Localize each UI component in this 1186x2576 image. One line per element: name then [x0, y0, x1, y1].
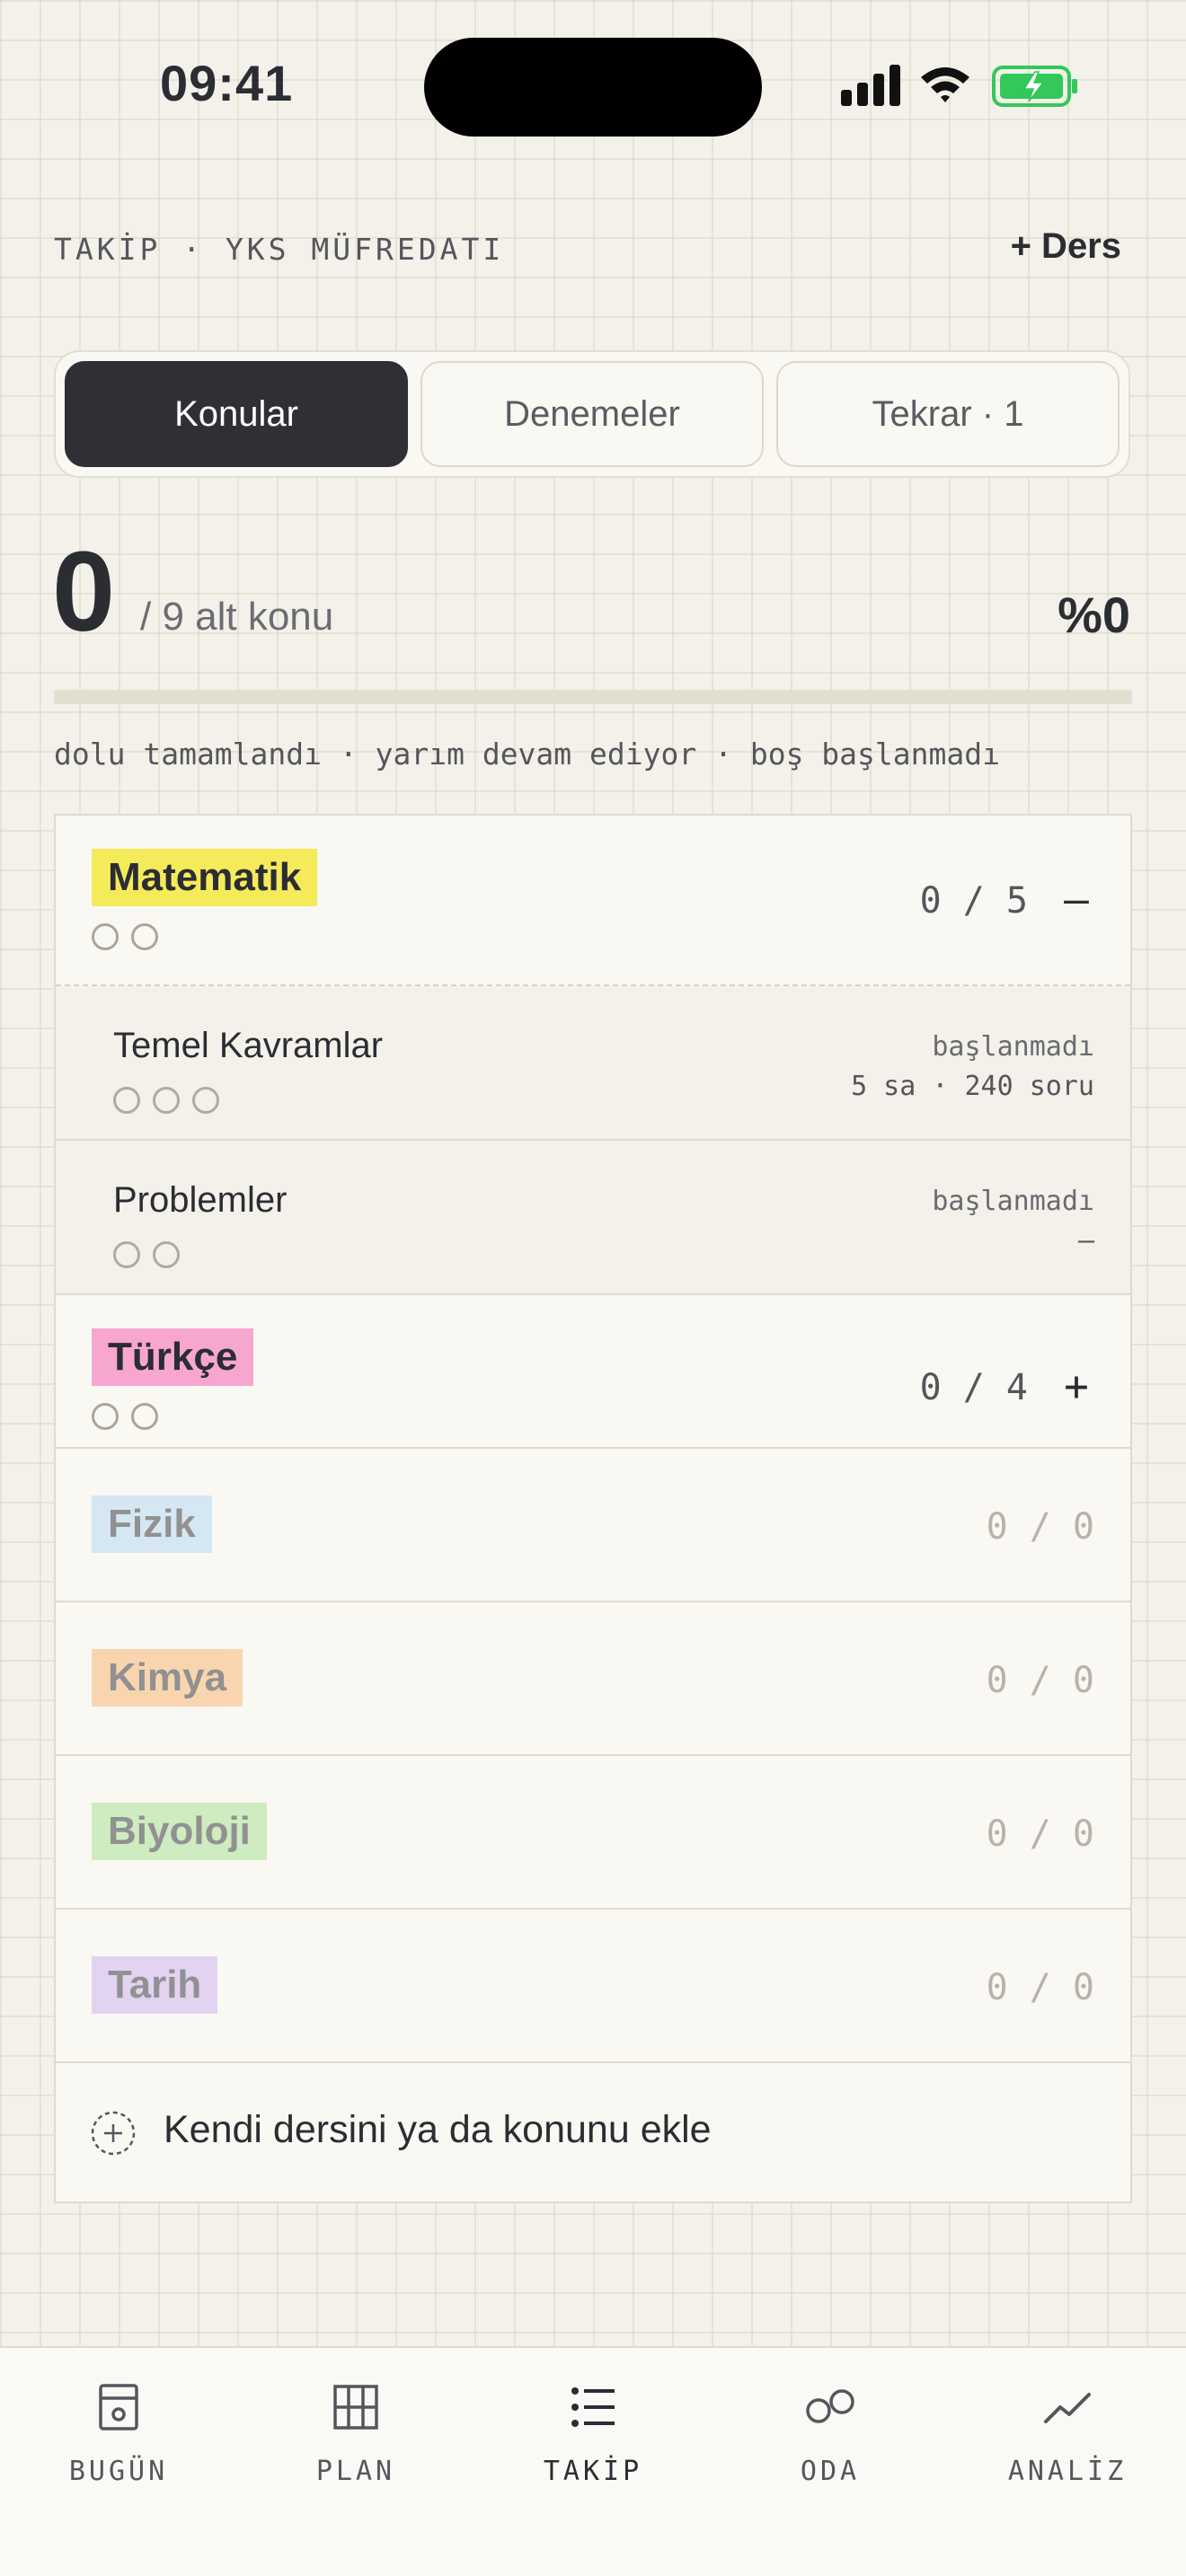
tab-bar: Konular Denemeler Tekrar · 1 — [54, 350, 1130, 478]
add-subject-button[interactable]: + Ders — [1011, 226, 1121, 267]
subject-count: 0 / 4 — [919, 1367, 1028, 1408]
progress-dots — [113, 1087, 219, 1114]
subject-row-tarih[interactable]: Tarih 0 / 0 — [56, 1910, 1130, 2063]
subject-count: 0 / 0 — [986, 1813, 1094, 1855]
cellular-signal-icon — [841, 65, 900, 106]
progress-dot — [131, 923, 158, 950]
collapse-button[interactable]: — — [1060, 875, 1093, 923]
nav-oda[interactable]: ODA — [740, 2369, 920, 2487]
dynamic-island — [424, 38, 762, 137]
topic-row[interactable]: Temel Kavramlar başlanmadı 5 sa · 240 so… — [56, 986, 1130, 1141]
subject-count: 0 / 0 — [986, 1660, 1094, 1701]
tab-konular[interactable]: Konular — [65, 361, 408, 467]
nav-plan[interactable]: PLAN — [266, 2369, 446, 2487]
subject-tag: Biyoloji — [92, 1803, 267, 1860]
nav-label: PLAN — [315, 2456, 396, 2487]
nav-label: ODA — [800, 2456, 861, 2487]
progress-dot — [192, 1087, 219, 1114]
topic-name: Problemler — [113, 1180, 288, 1220]
subject-tag: Kimya — [92, 1649, 243, 1707]
list-icon — [571, 2387, 615, 2427]
add-custom-label: Kendi dersini ya da konunu ekle — [164, 2108, 712, 2151]
subject-row-biyoloji[interactable]: Biyoloji 0 / 0 — [56, 1756, 1130, 1910]
subject-count: 0 / 0 — [986, 1967, 1094, 2008]
progress-dots — [92, 1403, 158, 1430]
progress-dot — [131, 1403, 158, 1430]
progress-dots — [92, 923, 158, 950]
battery-charging-icon — [992, 66, 1077, 107]
subject-tag: Türkçe — [92, 1328, 254, 1386]
add-circle-icon — [91, 2111, 136, 2156]
wifi-icon — [921, 67, 969, 102]
tab-denemeler[interactable]: Denemeler — [420, 361, 764, 467]
subject-tag: Fizik — [92, 1495, 212, 1553]
topic-status: başlanmadı — [932, 1186, 1094, 1217]
grid-icon — [333, 2385, 378, 2430]
subject-row-turkce[interactable]: Türkçe 0 / 4 + — [56, 1295, 1130, 1449]
progress-dots — [113, 1241, 180, 1268]
progress-dot — [92, 923, 119, 950]
topic-row[interactable]: Problemler başlanmadı — — [56, 1141, 1130, 1295]
nav-bugun[interactable]: BUGÜN — [29, 2369, 208, 2487]
subtopic-total-label: / 9 alt konu — [140, 595, 334, 639]
subject-count: 0 / 0 — [986, 1506, 1094, 1548]
progress-dot — [92, 1403, 119, 1430]
nav-label: TAKİP — [543, 2456, 643, 2487]
expand-button[interactable]: + — [1060, 1362, 1093, 1410]
nav-takip[interactable]: TAKİP — [503, 2369, 683, 2487]
completed-count: 0 — [52, 528, 116, 655]
nav-label: ANALİZ — [1007, 2456, 1128, 2487]
progress-dot — [153, 1087, 180, 1114]
subject-tag: Matematik — [92, 849, 318, 906]
nav-label: BUGÜN — [68, 2456, 169, 2487]
status-legend: dolu tamamlandı · yarım devam ediyor · b… — [54, 737, 1000, 772]
page-eyebrow: TAKİP · YKS MÜFREDATI — [54, 232, 505, 267]
progress-dot — [113, 1241, 140, 1268]
subject-row-fizik[interactable]: Fizik 0 / 0 — [56, 1449, 1130, 1602]
topic-status: başlanmadı — [932, 1031, 1094, 1063]
bottom-nav: BUGÜN PLAN TAKİP ODA ANALİZ — [0, 2346, 1186, 2576]
subject-count: 0 / 5 — [919, 880, 1028, 922]
status-time: 09:41 — [160, 55, 294, 111]
nav-analiz[interactable]: ANALİZ — [978, 2369, 1157, 2487]
today-icon — [99, 2384, 138, 2430]
completion-percent: %0 — [1058, 587, 1130, 643]
topic-meta: — — [1077, 1225, 1094, 1257]
subject-list: Matematik 0 / 5 — Temel Kavramlar başlan… — [54, 814, 1132, 2203]
add-custom-button[interactable]: Kendi dersini ya da konunu ekle — [56, 2063, 1130, 2201]
subject-row-kimya[interactable]: Kimya 0 / 0 — [56, 1602, 1130, 1756]
progress-bar — [54, 690, 1132, 704]
subject-row-matematik[interactable]: Matematik 0 / 5 — — [56, 816, 1130, 986]
progress-dot — [113, 1087, 140, 1114]
topic-meta: 5 sa · 240 soru — [851, 1071, 1094, 1102]
progress-dot — [153, 1241, 180, 1268]
topic-name: Temel Kavramlar — [113, 1026, 384, 1065]
subject-tag: Tarih — [92, 1956, 218, 2014]
room-icon — [806, 2389, 854, 2423]
trend-icon — [1044, 2393, 1091, 2423]
tab-tekrar[interactable]: Tekrar · 1 — [776, 361, 1120, 467]
